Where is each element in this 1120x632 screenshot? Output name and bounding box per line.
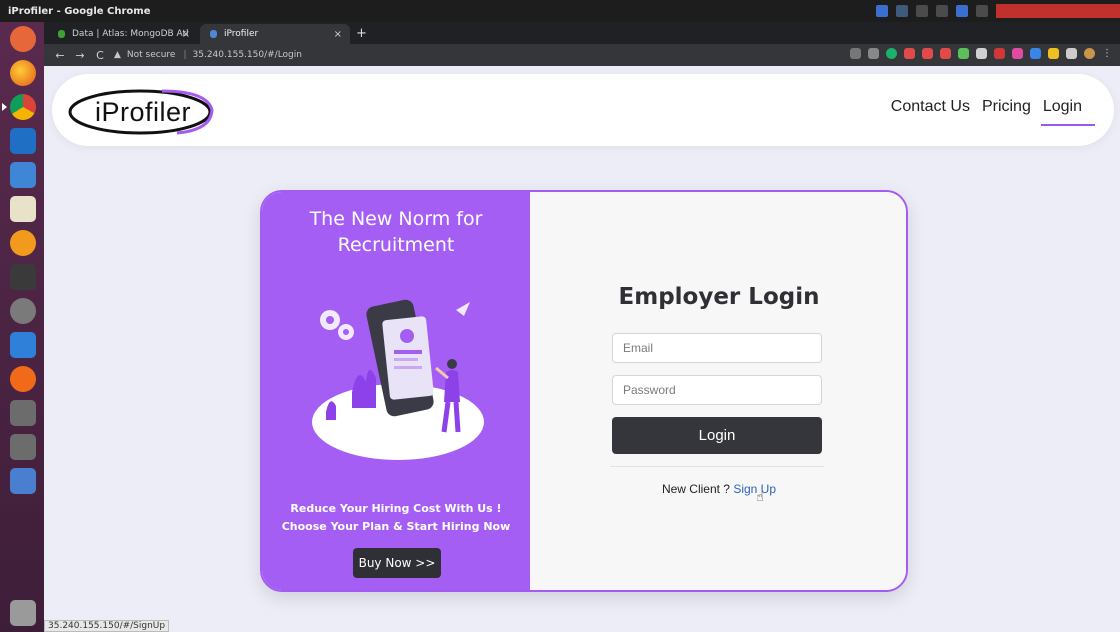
tab-strip: Data | Atlas: MongoDB Atl × iProfiler × …: [44, 22, 1120, 44]
site-navbar: iProfiler Contact Us Pricing Login: [52, 74, 1114, 146]
compass-icon[interactable]: [10, 366, 36, 392]
url-text: 35.240.155.150/#/Login: [192, 50, 302, 60]
divider: [610, 466, 824, 467]
puzzle-icon[interactable]: [1066, 48, 1077, 59]
avatar[interactable]: [1084, 48, 1095, 59]
files-icon[interactable]: [10, 162, 36, 188]
settings-icon[interactable]: [10, 298, 36, 324]
launcher: [0, 22, 44, 632]
forward-button[interactable]: →: [70, 49, 90, 62]
tab-iprofiler[interactable]: iProfiler ×: [200, 24, 350, 44]
extension-icon[interactable]: [1030, 48, 1041, 59]
site-logo[interactable]: iProfiler: [67, 86, 215, 136]
nav-links: Contact Us Pricing Login: [891, 98, 1114, 126]
nav-login[interactable]: Login: [1040, 98, 1096, 126]
zoom-icon[interactable]: [850, 48, 861, 59]
recruitment-illustration: [312, 299, 484, 460]
grammarly-icon[interactable]: [886, 48, 897, 59]
zoom-tray-icon[interactable]: [876, 5, 888, 17]
tab-label: Data | Atlas: MongoDB Atl: [72, 29, 189, 39]
extension-icon[interactable]: [958, 48, 969, 59]
drive-icon-2[interactable]: [10, 434, 36, 460]
promo-headline-line2: Recruitment: [337, 234, 455, 256]
promo-headline: The New Norm for Recruitment: [262, 206, 530, 258]
menu-dots-icon[interactable]: ⋮: [1102, 48, 1112, 59]
close-icon[interactable]: ×: [334, 29, 342, 40]
leaf-icon: [58, 30, 65, 38]
login-title: Employer Login: [618, 284, 820, 310]
extension-icon[interactable]: [976, 48, 987, 59]
tab-label: iProfiler: [224, 29, 259, 39]
shield-icon[interactable]: [940, 48, 951, 59]
page-viewport: iProfiler Contact Us Pricing Login The N…: [44, 66, 1120, 632]
extensions-row: ⋮: [850, 48, 1112, 59]
star-icon[interactable]: [868, 48, 879, 59]
security-label: Not secure: [126, 50, 176, 60]
installer-icon[interactable]: [10, 468, 36, 494]
media-player-icon[interactable]: [10, 230, 36, 256]
window-title: iProfiler - Google Chrome: [8, 5, 151, 17]
browser-toolbar: ← → C ▲ Not secure | 35.240.155.150/#/Lo…: [44, 44, 1120, 66]
extension-icon[interactable]: [1012, 48, 1023, 59]
site-favicon-icon: [210, 30, 217, 38]
firefox-icon[interactable]: [10, 60, 36, 86]
trash-icon[interactable]: [10, 600, 36, 626]
email-field[interactable]: [612, 333, 822, 363]
warning-icon: ▲: [114, 50, 121, 60]
monitor-icon[interactable]: [10, 264, 36, 290]
close-icon[interactable]: ×: [182, 29, 190, 40]
back-button[interactable]: ←: [50, 49, 70, 62]
extension-icon[interactable]: [922, 48, 933, 59]
hand-cursor-icon: ☝: [756, 490, 764, 505]
promo-headline-line1: The New Norm for: [309, 208, 483, 230]
login-panel: Employer Login Login New Client ? Sign U…: [530, 192, 906, 590]
separator: |: [183, 50, 187, 60]
promo-tagline-line1: Reduce Your Hiring Cost With Us !: [290, 502, 502, 515]
nav-pricing[interactable]: Pricing: [982, 98, 1031, 116]
display-tray-icon[interactable]: [896, 5, 908, 17]
login-button[interactable]: Login: [612, 417, 822, 454]
promo-panel: The New Norm for Recruitment Reduce Your…: [262, 192, 530, 590]
signup-link[interactable]: Sign Up: [733, 482, 776, 496]
password-field[interactable]: [612, 375, 822, 405]
status-url: 35.240.155.150/#/SignUp: [44, 620, 170, 632]
keyboard-tray-icon[interactable]: [936, 5, 948, 17]
extension-icon[interactable]: [1048, 48, 1059, 59]
adblock-icon[interactable]: [994, 48, 1005, 59]
login-card: The New Norm for Recruitment Reduce Your…: [260, 190, 908, 592]
signup-row: New Client ? Sign Up: [530, 482, 906, 496]
system-tray: [876, 0, 1120, 22]
logo-text: iProfiler: [95, 97, 192, 127]
extension-icon[interactable]: [904, 48, 915, 59]
buy-now-button[interactable]: Buy Now >>: [353, 548, 441, 578]
ubuntu-dash-icon[interactable]: [10, 26, 36, 52]
nav-contact-us[interactable]: Contact Us: [891, 98, 970, 116]
new-tab-button[interactable]: +: [356, 26, 367, 41]
address-bar[interactable]: ▲ Not secure | 35.240.155.150/#/Login: [114, 47, 854, 63]
vscode-icon[interactable]: [10, 128, 36, 154]
text-editor-icon[interactable]: [10, 196, 36, 222]
bluetooth-tray-icon[interactable]: [956, 5, 968, 17]
battery-tray-icon[interactable]: [976, 5, 988, 17]
browser-chrome: Data | Atlas: MongoDB Atl × iProfiler × …: [44, 22, 1120, 66]
wifi-tray-icon[interactable]: [916, 5, 928, 17]
new-client-text: New Client ?: [661, 482, 730, 496]
tray-redacted: [996, 4, 1120, 18]
promo-tagline-line2: Choose Your Plan & Start Hiring Now: [281, 520, 511, 533]
drive-icon[interactable]: [10, 400, 36, 426]
tab-mongodb[interactable]: Data | Atlas: MongoDB Atl ×: [48, 24, 198, 44]
presentation-icon[interactable]: [10, 332, 36, 358]
chrome-icon[interactable]: [2, 94, 36, 120]
reload-button[interactable]: C: [90, 49, 110, 62]
os-topbar: iProfiler - Google Chrome: [0, 0, 1120, 22]
